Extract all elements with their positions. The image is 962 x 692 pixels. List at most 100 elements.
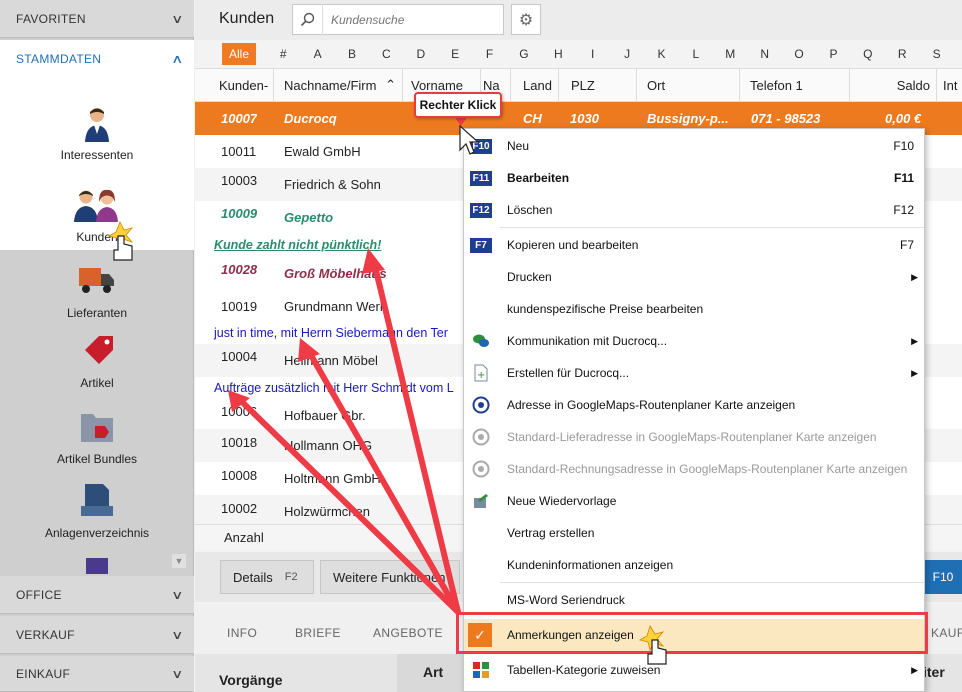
menu-item-vertrag[interactable]: Vertrag erstellen <box>464 518 924 548</box>
column-header-kundennr[interactable]: Kunden- <box>195 69 274 103</box>
menu-item-drucken[interactable]: Drucken ▶ <box>464 262 924 292</box>
target-icon <box>470 428 492 446</box>
f12-key-icon: F12 <box>470 202 492 218</box>
filter-letter-c[interactable]: C <box>369 47 403 61</box>
sidebar-section-office[interactable]: OFFICE ∨ <box>0 576 194 614</box>
sidebar-item-label: Lieferanten <box>66 306 128 320</box>
sidebar-section-label: FAVORITEN <box>16 11 86 26</box>
chevron-down-icon: ∨ <box>171 666 184 681</box>
truck-icon <box>77 262 117 302</box>
filter-letter-q[interactable]: Q <box>851 47 885 61</box>
tab-briefe[interactable]: BRIEFE <box>295 626 341 640</box>
menu-item-label: Standard-Lieferadresse in GoogleMaps-Rou… <box>507 430 877 444</box>
filter-letter-h[interactable]: H <box>541 47 575 61</box>
filter-letter-f[interactable]: F <box>472 47 506 61</box>
section-title-vorgaenge: Vorgänge <box>219 672 283 688</box>
sort-ascending-icon: ⌃ <box>385 77 396 92</box>
filter-letter-j[interactable]: J <box>610 47 644 61</box>
menu-item-label: Kopieren und bearbeiten <box>507 238 639 252</box>
menu-item-label: Tabellen-Kategorie zuweisen <box>507 663 661 677</box>
filter-letter-l[interactable]: L <box>679 47 713 61</box>
menu-item-erstellen[interactable]: + Erstellen für Ducrocq... ▶ <box>464 358 924 388</box>
menu-item-googlemaps[interactable]: Adresse in GoogleMaps-Routenplaner Karte… <box>464 390 924 420</box>
document-icon <box>77 482 117 522</box>
button-label: Details <box>233 569 273 585</box>
menu-item-kommunikation[interactable]: Kommunikation mit Ducrocq... ▶ <box>464 326 924 356</box>
menu-separator <box>500 227 924 228</box>
chat-bubbles-icon <box>470 332 492 350</box>
page-title: Kunden <box>219 10 275 27</box>
menu-item-bearbeiten[interactable]: F11 Bearbeiten F11 <box>464 163 924 193</box>
scroll-down-icon[interactable]: ▼ <box>172 554 186 568</box>
filter-letter-s[interactable]: S <box>919 47 953 61</box>
f10-button[interactable]: F10 <box>923 560 962 594</box>
cell-kundennr: 10028 <box>221 262 258 277</box>
column-header-telefon[interactable]: Telefon 1 <box>740 69 850 103</box>
filter-letter-m[interactable]: M <box>713 47 747 61</box>
filter-letter-p[interactable]: P <box>816 47 850 61</box>
menu-item-neu[interactable]: F10 Neu F10 <box>464 131 924 161</box>
sidebar-item-lieferanten[interactable]: Lieferanten <box>0 262 194 320</box>
filter-letter-hash[interactable]: # <box>266 47 300 61</box>
filter-all-button[interactable]: Alle <box>222 43 257 65</box>
alphabet-filter: Alle # A B C D E F G H I J K L M N O P Q R S <box>195 41 962 67</box>
search-input[interactable] <box>323 11 493 28</box>
sidebar-section-label: OFFICE <box>16 587 62 602</box>
gear-icon[interactable]: ⚙ <box>511 4 541 35</box>
menu-item-preise[interactable]: kundenspezifische Preise bearbeiten <box>464 294 924 324</box>
menu-item-kundeninformationen[interactable]: Kundeninformationen anzeigen <box>464 550 924 580</box>
filter-letter-e[interactable]: E <box>438 47 472 61</box>
filter-letter-r[interactable]: R <box>885 47 919 61</box>
column-header-plz[interactable]: PLZ <box>559 69 637 103</box>
sidebar-item-label: Artikel <box>80 376 114 390</box>
cell-kundennr: 10002 <box>221 501 258 516</box>
reminder-icon <box>470 492 492 510</box>
building-icon <box>86 558 108 574</box>
sidebar-item-interessenten[interactable]: Interessenten <box>0 104 194 162</box>
cell-kundennr: 10019 <box>221 299 258 314</box>
menu-item-label: kundenspezifische Preise bearbeiten <box>507 302 704 316</box>
more-functions-button[interactable]: Weitere Funktionen <box>320 560 460 594</box>
menu-item-loeschen[interactable]: F12 Löschen F12 <box>464 195 924 225</box>
cell-name: Gepetto <box>284 210 334 225</box>
menu-item-seriendruck[interactable]: MS-Word Seriendruck <box>464 585 924 615</box>
filter-letter-k[interactable]: K <box>644 47 678 61</box>
details-button[interactable]: Details F2 <box>220 560 314 594</box>
sidebar-section-label: EINKAUF <box>16 666 71 681</box>
sidebar-section-einkauf[interactable]: EINKAUF ∨ <box>0 656 194 692</box>
sidebar-item-kunden[interactable]: Kunden <box>0 186 194 244</box>
column-header-name[interactable]: Nachname/Firm ⌃ <box>274 69 403 103</box>
column-header-saldo[interactable]: Saldo <box>850 69 937 103</box>
sidebar-item-anlagenverzeichnis[interactable]: Anlagenverzeichnis <box>0 482 194 540</box>
customers-icon <box>71 186 123 226</box>
submenu-arrow-icon: ▶ <box>911 335 918 346</box>
tab-angebote[interactable]: ANGEBOTE <box>373 626 443 640</box>
tab-kauf[interactable]: KAUF <box>931 626 962 640</box>
sidebar-section-favoriten[interactable]: FAVORITEN ∨ <box>0 0 194 38</box>
menu-item-kopieren[interactable]: F7 Kopieren und bearbeiten F7 <box>464 230 924 260</box>
column-header-land[interactable]: Land <box>511 69 559 103</box>
filter-letter-o[interactable]: O <box>782 47 816 61</box>
column-header-ort[interactable]: Ort <box>637 69 740 103</box>
menu-item-label: Vertrag erstellen <box>507 526 595 540</box>
filter-letter-g[interactable]: G <box>507 47 541 61</box>
menu-item-wiedervorlage[interactable]: Neue Wiedervorlage <box>464 486 924 516</box>
filter-letter-n[interactable]: N <box>747 47 781 61</box>
filter-letter-d[interactable]: D <box>404 47 438 61</box>
search-icon[interactable] <box>293 4 323 35</box>
menu-item-anmerkungen[interactable]: ✓ Anmerkungen anzeigen <box>464 619 924 651</box>
filter-letter-b[interactable]: B <box>335 47 369 61</box>
submenu-arrow-icon: ▶ <box>911 664 918 675</box>
button-label[interactable]: iter <box>923 664 945 680</box>
sidebar-item-artikel[interactable]: Artikel <box>0 332 194 390</box>
sidebar-item-artikel-bundles[interactable]: Artikel Bundles <box>0 408 194 466</box>
column-header-int[interactable]: Int <box>937 69 962 103</box>
search-box[interactable] <box>292 4 504 35</box>
tab-info[interactable]: INFO <box>227 626 257 640</box>
filter-letter-a[interactable]: A <box>300 47 334 61</box>
menu-item-tabellen-kategorie[interactable]: Tabellen-Kategorie zuweisen ▶ <box>464 655 924 685</box>
menu-item-label: Kundeninformationen anzeigen <box>507 558 674 572</box>
filter-letter-i[interactable]: I <box>576 47 610 61</box>
category-grid-icon <box>470 661 492 679</box>
sidebar-section-verkauf[interactable]: VERKAUF ∨ <box>0 616 194 654</box>
